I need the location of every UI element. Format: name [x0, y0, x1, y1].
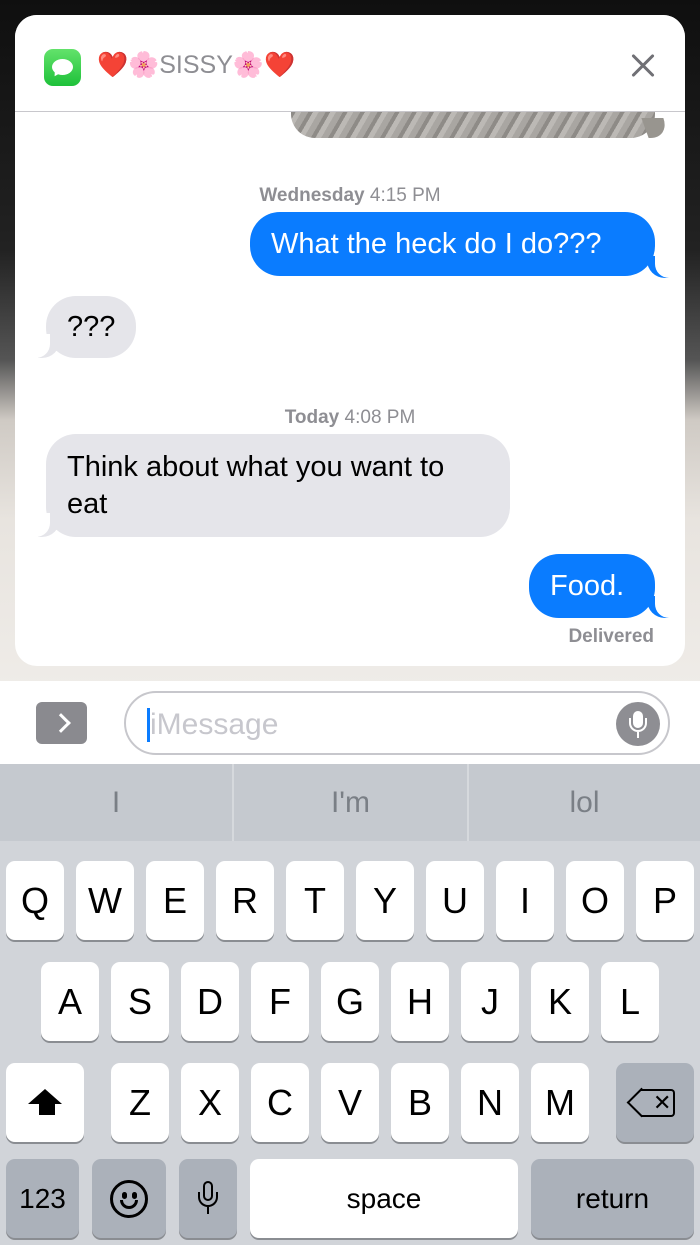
- emoji-key[interactable]: [92, 1159, 166, 1238]
- microphone-icon[interactable]: [616, 702, 660, 746]
- emoji-icon: [110, 1179, 148, 1218]
- timestamp: Today 4:08 PM: [15, 407, 685, 429]
- shift-arrow-icon: [28, 1089, 62, 1104]
- delivery-status: Delivered: [568, 626, 654, 647]
- space-key[interactable]: space: [250, 1159, 518, 1238]
- bubble-tail: [647, 594, 675, 618]
- key-r[interactable]: R: [216, 861, 274, 940]
- message-text: Think about what you want to eat: [67, 450, 445, 520]
- key-u[interactable]: U: [426, 861, 484, 940]
- input-placeholder: iMessage: [150, 708, 279, 741]
- key-x[interactable]: X: [181, 1063, 239, 1142]
- key-l[interactable]: L: [601, 962, 659, 1041]
- sent-message-bubble[interactable]: What the heck do I do???: [250, 212, 655, 276]
- delete-key[interactable]: ✕: [616, 1063, 694, 1142]
- key-m[interactable]: M: [531, 1063, 589, 1142]
- key-o[interactable]: O: [566, 861, 624, 940]
- timestamp-time: 4:15 PM: [369, 185, 441, 206]
- microphone-icon: [197, 1180, 219, 1217]
- key-h[interactable]: H: [391, 962, 449, 1041]
- backspace-icon: ✕: [626, 1087, 675, 1117]
- shift-key[interactable]: [6, 1063, 84, 1142]
- key-j[interactable]: J: [461, 962, 519, 1041]
- message-text: Food.: [550, 569, 625, 602]
- key-i[interactable]: I: [496, 861, 554, 940]
- sent-message-bubble[interactable]: Food.: [529, 554, 655, 618]
- predictive-bar: I I'm lol: [0, 764, 700, 841]
- key-p[interactable]: P: [636, 861, 694, 940]
- contact-name: ❤️🌸SISSY🌸❤️: [97, 51, 296, 79]
- messages-icon: [44, 49, 81, 86]
- key-g[interactable]: G: [321, 962, 379, 1041]
- composer-bar: iMessage: [0, 681, 700, 764]
- key-n[interactable]: N: [461, 1063, 519, 1142]
- received-message-bubble[interactable]: Think about what you want to eat: [46, 434, 510, 537]
- shift-stem: [39, 1103, 55, 1115]
- timestamp: Wednesday 4:15 PM: [15, 185, 685, 207]
- close-icon[interactable]: [625, 48, 661, 84]
- bubble-tail: [30, 513, 60, 537]
- bubble-tail: [647, 254, 675, 278]
- key-d[interactable]: D: [181, 962, 239, 1041]
- key-e[interactable]: E: [146, 861, 204, 940]
- chevron-right-icon[interactable]: [36, 702, 87, 744]
- message-thread: Wednesday 4:15 PM What the heck do I do?…: [15, 15, 685, 666]
- timestamp-time: 4:08 PM: [344, 407, 416, 428]
- message-notification-card: Wednesday 4:15 PM What the heck do I do?…: [15, 15, 685, 666]
- key-q[interactable]: Q: [6, 861, 64, 940]
- key-s[interactable]: S: [111, 962, 169, 1041]
- key-t[interactable]: T: [286, 861, 344, 940]
- numbers-key[interactable]: 123: [6, 1159, 79, 1238]
- notification-header: ❤️🌸SISSY🌸❤️: [15, 15, 685, 112]
- key-y[interactable]: Y: [356, 861, 414, 940]
- key-b[interactable]: B: [391, 1063, 449, 1142]
- message-text: ???: [67, 310, 116, 343]
- photo-bubble-tail: [641, 118, 671, 138]
- bubble-tail: [30, 334, 60, 358]
- key-z[interactable]: Z: [111, 1063, 169, 1142]
- received-message-bubble[interactable]: ???: [46, 296, 136, 358]
- key-v[interactable]: V: [321, 1063, 379, 1142]
- imessage-input[interactable]: iMessage: [124, 691, 670, 755]
- return-key[interactable]: return: [531, 1159, 694, 1238]
- key-k[interactable]: K: [531, 962, 589, 1041]
- key-c[interactable]: C: [251, 1063, 309, 1142]
- suggestion-item[interactable]: I'm: [234, 764, 467, 841]
- key-f[interactable]: F: [251, 962, 309, 1041]
- key-a[interactable]: A: [41, 962, 99, 1041]
- keyboard: I I'm lol Q W E R T Y U I O P A S D F G …: [0, 764, 700, 1245]
- key-w[interactable]: W: [76, 861, 134, 940]
- timestamp-day: Today: [284, 407, 340, 428]
- dictation-key[interactable]: [179, 1159, 237, 1238]
- timestamp-day: Wednesday: [259, 185, 365, 206]
- suggestion-item[interactable]: I: [0, 764, 232, 841]
- suggestion-item[interactable]: lol: [469, 764, 700, 841]
- message-text: What the heck do I do???: [271, 227, 602, 260]
